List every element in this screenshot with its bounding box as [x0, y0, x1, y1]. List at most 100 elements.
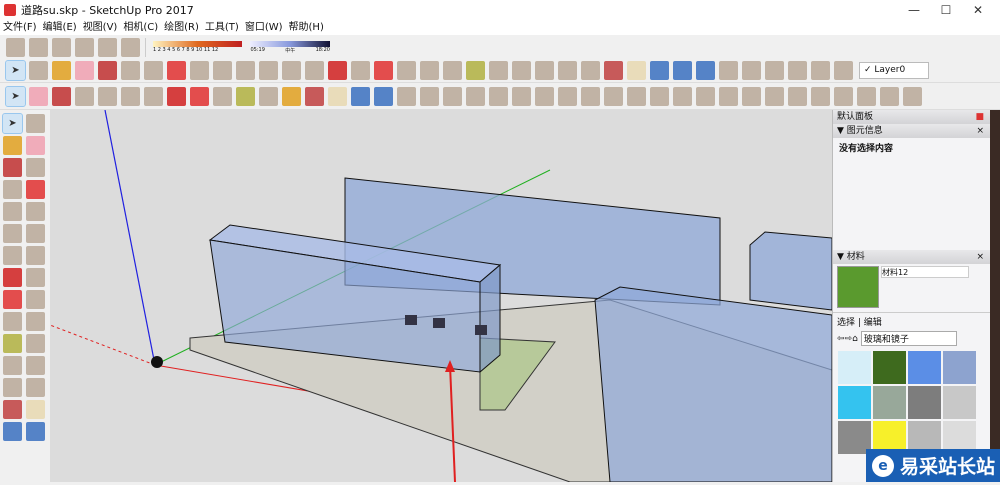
- menu-help[interactable]: 帮助(H): [286, 20, 327, 35]
- outer-shell-icon[interactable]: [811, 87, 830, 106]
- 3d-text-icon[interactable]: [581, 60, 600, 80]
- arc-icon[interactable]: [3, 224, 22, 243]
- back-icon[interactable]: ⇦: [837, 334, 845, 344]
- pie-icon[interactable]: [26, 246, 45, 265]
- material-swatch[interactable]: [908, 386, 941, 419]
- push-pull-icon[interactable]: [351, 60, 370, 80]
- tape-measure-icon[interactable]: [3, 334, 22, 353]
- shaded-icon[interactable]: [581, 87, 600, 106]
- intersect-icon[interactable]: [834, 87, 853, 106]
- axes-icon[interactable]: [558, 60, 577, 80]
- forward-icon[interactable]: ⇨: [845, 334, 853, 344]
- front-view-icon[interactable]: [696, 87, 715, 106]
- text-icon[interactable]: [26, 334, 45, 353]
- rectangle-icon[interactable]: [3, 180, 22, 199]
- wireframe-icon[interactable]: [535, 87, 554, 106]
- material-swatch[interactable]: [943, 386, 976, 419]
- push-pull-icon[interactable]: [26, 268, 45, 287]
- arc3-icon[interactable]: [3, 246, 22, 265]
- offset-icon[interactable]: [443, 60, 462, 80]
- close-button[interactable]: ✕: [962, 0, 994, 20]
- scale-icon[interactable]: [3, 312, 22, 331]
- move-icon[interactable]: [3, 268, 22, 287]
- split-icon[interactable]: [903, 87, 922, 106]
- ruby-icon[interactable]: [466, 87, 485, 106]
- zoom-window-icon[interactable]: [673, 60, 692, 80]
- dimension-icon[interactable]: [3, 378, 22, 397]
- follow-me-icon[interactable]: [26, 290, 45, 309]
- follow-me-icon[interactable]: [144, 87, 163, 106]
- scale-icon[interactable]: [420, 60, 439, 80]
- warehouse-download-icon[interactable]: [6, 37, 25, 57]
- back-edges-icon[interactable]: [512, 87, 531, 106]
- eraser-icon[interactable]: [26, 136, 45, 155]
- rotate-icon[interactable]: [374, 60, 393, 80]
- rotate-icon[interactable]: [3, 290, 22, 309]
- material-swatch[interactable]: [873, 351, 906, 384]
- material-preview[interactable]: [837, 266, 879, 308]
- text-icon[interactable]: [259, 87, 278, 106]
- pencil-icon[interactable]: [52, 87, 71, 106]
- material-swatch[interactable]: [838, 351, 871, 384]
- tray-close-icon[interactable]: ■: [975, 110, 984, 124]
- entity-info-header[interactable]: ▼ 图元信息 ×: [833, 124, 990, 138]
- orbit-icon[interactable]: [3, 400, 22, 419]
- rotated-rectangle-icon[interactable]: [26, 180, 45, 199]
- zoom-icon[interactable]: [351, 87, 370, 106]
- material-swatch[interactable]: [908, 351, 941, 384]
- minimize-button[interactable]: —: [898, 0, 930, 20]
- rotate-icon[interactable]: [190, 87, 209, 106]
- freehand-icon[interactable]: [26, 158, 45, 177]
- zoom-window-icon[interactable]: [26, 422, 45, 441]
- component-icon[interactable]: [29, 60, 48, 80]
- component-icon[interactable]: [397, 87, 416, 106]
- layer-dropdown[interactable]: ✓ Layer0: [859, 61, 929, 79]
- tape-measure-icon[interactable]: [466, 60, 485, 80]
- look-around-icon[interactable]: [742, 60, 761, 80]
- trim-icon[interactable]: [880, 87, 899, 106]
- move-icon[interactable]: [328, 60, 347, 80]
- pan-icon[interactable]: [328, 87, 347, 106]
- shadows-icon[interactable]: [121, 37, 140, 57]
- offset-icon[interactable]: [26, 312, 45, 331]
- menu-draw[interactable]: 绘图(R): [161, 20, 202, 35]
- extension-warehouse-icon[interactable]: [443, 87, 462, 106]
- tab-select[interactable]: 选择: [837, 318, 855, 328]
- zoom-icon[interactable]: [650, 60, 669, 80]
- zoom-extents-icon[interactable]: [374, 87, 393, 106]
- section-plane-icon[interactable]: [788, 60, 807, 80]
- pan-icon[interactable]: [627, 60, 646, 80]
- materials-header[interactable]: ▼ 材料 ×: [833, 250, 990, 264]
- scrollbar[interactable]: [990, 110, 1000, 482]
- move-icon[interactable]: [167, 87, 186, 106]
- shaded-textures-icon[interactable]: [604, 87, 623, 106]
- text-icon[interactable]: [535, 60, 554, 80]
- monochrome-icon[interactable]: [627, 87, 646, 106]
- back-view-icon[interactable]: [742, 87, 761, 106]
- close-icon[interactable]: ×: [976, 124, 984, 138]
- arc2-icon[interactable]: [305, 60, 324, 80]
- material-swatch[interactable]: [873, 386, 906, 419]
- eraser-icon[interactable]: [75, 60, 94, 80]
- extension-icon[interactable]: [75, 37, 94, 57]
- right-view-icon[interactable]: [719, 87, 738, 106]
- library-dropdown[interactable]: 玻璃和镜子: [860, 331, 957, 346]
- dimension-icon[interactable]: [489, 60, 508, 80]
- 3d-text-icon[interactable]: [26, 378, 45, 397]
- axes-icon[interactable]: [26, 356, 45, 375]
- scale-icon[interactable]: [213, 87, 232, 106]
- component-icon[interactable]: [26, 114, 45, 133]
- rectangle-icon[interactable]: [98, 87, 117, 106]
- select-icon[interactable]: ➤: [5, 86, 26, 107]
- maximize-button[interactable]: ☐: [930, 0, 962, 20]
- material-name-field[interactable]: 材料12: [881, 266, 969, 278]
- paint-bucket-icon[interactable]: [282, 87, 301, 106]
- polygon-icon[interactable]: [26, 202, 45, 221]
- material-swatch[interactable]: [943, 351, 976, 384]
- protractor-icon[interactable]: [512, 60, 531, 80]
- pie-icon[interactable]: [259, 60, 278, 80]
- menu-edit[interactable]: 编辑(E): [40, 20, 80, 35]
- menu-camera[interactable]: 相机(C): [120, 20, 161, 35]
- arc-icon[interactable]: [75, 87, 94, 106]
- tab-edit[interactable]: 编辑: [864, 318, 882, 328]
